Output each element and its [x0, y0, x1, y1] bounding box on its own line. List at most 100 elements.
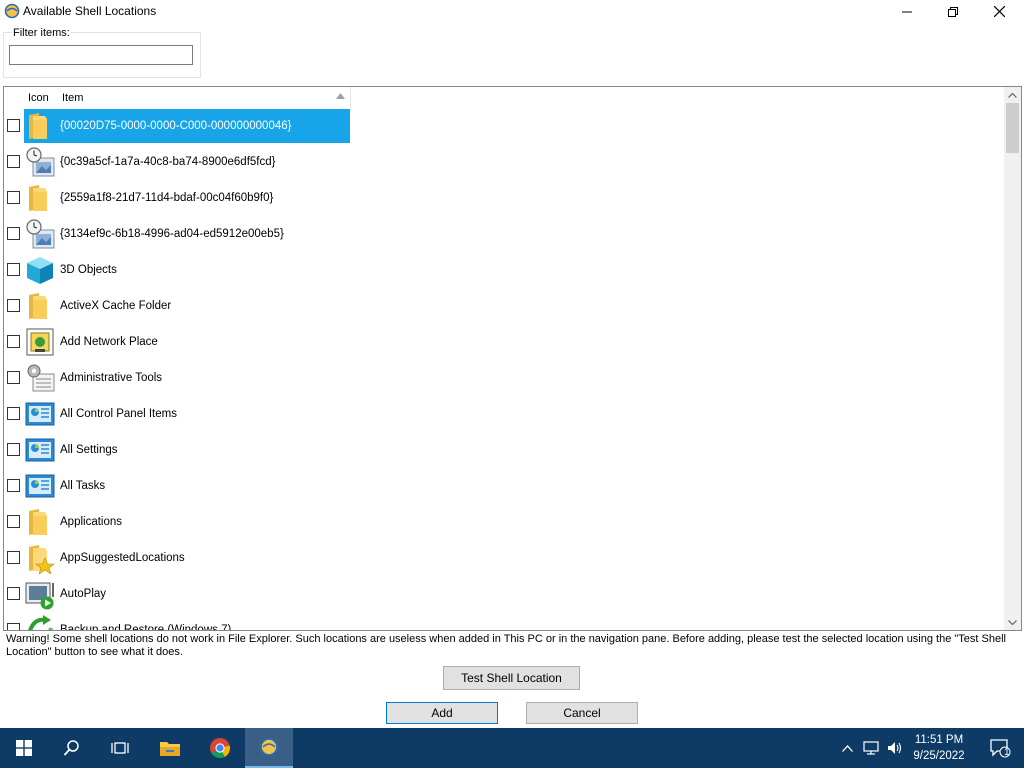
item-label: {00020D75-0000-0000-C000-000000000046}: [60, 120, 292, 132]
sort-up-icon: [336, 93, 345, 99]
title-bar: Available Shell Locations: [0, 0, 1024, 23]
item-label: Add Network Place: [60, 336, 158, 348]
taskbar-file-explorer[interactable]: [146, 728, 194, 768]
task-view-button[interactable]: [96, 728, 144, 768]
list-item[interactable]: All Tasks: [4, 469, 1004, 505]
scroll-thumb[interactable]: [1006, 103, 1019, 153]
taskbar-search-button[interactable]: [48, 728, 96, 768]
item-checkbox[interactable]: [7, 515, 20, 528]
list-item[interactable]: AutoPlay: [4, 577, 1004, 613]
folder-icon: [25, 290, 55, 322]
taskbar-winaero-tweaker[interactable]: [245, 728, 293, 768]
list-item[interactable]: Add Network Place: [4, 325, 1004, 361]
action-center-button[interactable]: 1: [976, 728, 1024, 768]
item-label: All Tasks: [60, 480, 106, 492]
item-checkbox[interactable]: [7, 479, 20, 492]
item-checkbox[interactable]: [7, 155, 20, 168]
item-checkbox[interactable]: [7, 191, 20, 204]
folder-icon: [25, 110, 55, 142]
item-label: Applications: [60, 516, 123, 528]
vertical-scrollbar[interactable]: [1004, 87, 1021, 630]
start-button[interactable]: [0, 728, 48, 768]
item-checkbox[interactable]: [7, 623, 20, 630]
item-label: Backup and Restore (Windows 7): [60, 624, 232, 631]
list-item[interactable]: ActiveX Cache Folder: [4, 289, 1004, 325]
clock-pictures-icon: [25, 218, 55, 250]
list-header: Icon Item: [4, 87, 1004, 109]
show-hidden-icons-button[interactable]: [836, 728, 858, 768]
close-icon: [993, 6, 1005, 17]
clock-date: 9/25/2022: [913, 750, 965, 762]
list-item[interactable]: 3D Objects: [4, 253, 1004, 289]
list-item[interactable]: All Settings: [4, 433, 1004, 469]
list-item[interactable]: {2559a1f8-21d7-11d4-bdaf-00c04f60b9f0}: [4, 181, 1004, 217]
item-checkbox[interactable]: [7, 407, 20, 420]
volume-icon: [888, 742, 902, 754]
control-panel-icon: [25, 470, 55, 502]
folder-icon: [25, 182, 55, 214]
list-item[interactable]: {0c39a5cf-1a7a-40c8-ba74-8900e6df5fcd}: [4, 145, 1004, 181]
scroll-down-button[interactable]: [1004, 614, 1021, 630]
volume-tray-button[interactable]: [884, 728, 906, 768]
list-item[interactable]: Administrative Tools: [4, 361, 1004, 397]
autoplay-icon: [25, 578, 55, 610]
item-label: Administrative Tools: [60, 372, 163, 384]
add-button[interactable]: Add: [386, 702, 498, 724]
item-checkbox[interactable]: [7, 371, 20, 384]
winaero-tweaker-icon: [4, 3, 20, 19]
filter-label: Filter items:: [12, 27, 71, 39]
column-header-item[interactable]: Item: [62, 92, 83, 104]
restore-button[interactable]: [930, 0, 976, 23]
test-shell-location-button[interactable]: Test Shell Location: [443, 666, 580, 690]
window-title: Available Shell Locations: [23, 4, 157, 18]
item-checkbox[interactable]: [7, 227, 20, 240]
clock-time: 11:51 PM: [914, 734, 964, 746]
file-explorer-icon: [160, 742, 180, 756]
item-checkbox[interactable]: [7, 263, 20, 276]
notification-count: 1: [1004, 747, 1010, 758]
taskbar-chrome[interactable]: [196, 728, 244, 768]
restore-icon: [948, 6, 958, 17]
control-panel-icon: [25, 398, 55, 430]
warning-text: Warning! Some shell locations do not wor…: [6, 633, 1006, 658]
item-label: AppSuggestedLocations: [60, 552, 185, 564]
item-checkbox[interactable]: [7, 551, 20, 564]
list-item[interactable]: {00020D75-0000-0000-C000-000000000046}: [4, 109, 1004, 145]
taskbar-clock[interactable]: 11:51 PM 9/25/2022: [907, 732, 971, 764]
minimize-button[interactable]: [884, 0, 930, 23]
taskbar: 11:51 PM 9/25/2022 1: [0, 728, 1024, 768]
control-panel-icon: [25, 434, 55, 466]
winaero-tweaker-icon: [260, 738, 278, 756]
item-checkbox[interactable]: [7, 119, 20, 132]
admin-tools-icon: [25, 362, 55, 394]
item-label: ActiveX Cache Folder: [60, 300, 172, 312]
list-item[interactable]: All Control Panel Items: [4, 397, 1004, 433]
cube-3d-icon: [25, 254, 55, 286]
list-item[interactable]: {3134ef9c-6b18-4996-ad04-ed5912e00eb5}: [4, 217, 1004, 253]
cancel-button[interactable]: Cancel: [526, 702, 638, 724]
scroll-up-button[interactable]: [1004, 87, 1021, 103]
item-checkbox[interactable]: [7, 443, 20, 456]
network-tray-button[interactable]: [860, 728, 882, 768]
column-header-icon[interactable]: Icon: [28, 92, 49, 104]
list-rows: {00020D75-0000-0000-C000-000000000046} {0…: [4, 109, 1004, 631]
item-checkbox[interactable]: [7, 587, 20, 600]
item-checkbox[interactable]: [7, 335, 20, 348]
item-label: {0c39a5cf-1a7a-40c8-ba74-8900e6df5fcd}: [60, 156, 276, 168]
chrome-icon: [210, 738, 231, 759]
shell-locations-list[interactable]: Icon Item {00020D75-0000-0000-C000-00000…: [3, 86, 1022, 631]
network-icon: [863, 741, 879, 755]
item-label: AutoPlay: [60, 588, 107, 600]
task-view-icon: [111, 742, 129, 754]
item-checkbox[interactable]: [7, 299, 20, 312]
list-item[interactable]: Backup and Restore (Windows 7): [4, 613, 1004, 631]
network-place-icon: [25, 326, 55, 358]
column-divider[interactable]: [350, 87, 351, 109]
item-label: All Settings: [60, 444, 118, 456]
filter-input[interactable]: [9, 45, 193, 65]
list-item[interactable]: AppSuggestedLocations: [4, 541, 1004, 577]
search-icon: [63, 740, 79, 756]
close-button[interactable]: [976, 0, 1022, 23]
list-item[interactable]: Applications: [4, 505, 1004, 541]
item-label: {3134ef9c-6b18-4996-ad04-ed5912e00eb5}: [60, 228, 284, 240]
